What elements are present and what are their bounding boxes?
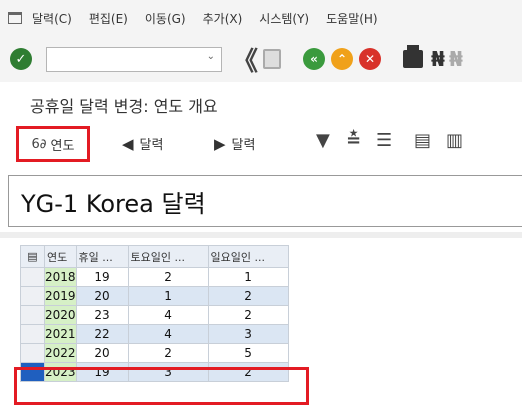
selected-row-highlight <box>14 367 309 405</box>
table-row[interactable]: 2022 20 2 5 <box>20 343 289 363</box>
menu-edit[interactable]: 편집(E) <box>89 10 128 27</box>
find-icon[interactable]: ₦ <box>431 47 445 71</box>
year-button[interactable]: 6∂ 연도 <box>16 126 90 162</box>
triangle-left-icon: ◀ <box>122 134 134 153</box>
sort-ascending-icon[interactable]: ≛ <box>346 130 361 151</box>
exit-icon[interactable]: ⌃ <box>331 48 354 70</box>
cell-holidays[interactable]: 19 <box>75 267 129 287</box>
menu-system[interactable]: 시스템(Y) <box>259 10 309 27</box>
row-selector[interactable] <box>20 267 45 287</box>
column-settings-icon[interactable]: ▤ <box>20 245 45 268</box>
column-header-year[interactable]: 연도 <box>44 245 77 268</box>
cell-sunday[interactable]: 2 <box>207 286 289 306</box>
column-header-saturday[interactable]: 토요일인 ... <box>127 245 209 268</box>
print-icon[interactable] <box>403 45 424 68</box>
row-selector[interactable] <box>20 305 45 325</box>
dropdown-icon[interactable]: ⌄ <box>207 51 215 62</box>
cell-saturday[interactable]: 2 <box>127 343 209 363</box>
menu-calendar[interactable]: 달력(C) <box>32 10 72 27</box>
export-icon[interactable]: ▤ <box>414 130 431 151</box>
cell-saturday[interactable]: 1 <box>127 286 209 306</box>
back-double-icon[interactable]: 《 <box>232 41 258 78</box>
save-icon[interactable] <box>263 49 282 69</box>
year-button-label: 연도 <box>50 138 75 154</box>
cell-sunday[interactable]: 2 <box>207 305 289 325</box>
glasses-icon: 6∂ <box>31 136 47 152</box>
back-icon[interactable]: « <box>303 48 326 70</box>
previous-calendar-button[interactable]: ◀ 달력 <box>122 134 164 154</box>
calendar-header: YG-1 Korea 달력 <box>8 175 522 227</box>
menu-goto[interactable]: 이동(G) <box>145 10 186 27</box>
cell-saturday[interactable]: 2 <box>127 267 209 287</box>
cell-year[interactable]: 2021 <box>44 324 77 344</box>
find-next-icon[interactable]: ₦ <box>449 47 463 71</box>
cell-holidays[interactable]: 22 <box>75 324 129 344</box>
layout-icon[interactable]: ▥ <box>446 130 463 151</box>
cell-saturday[interactable]: 4 <box>127 305 209 325</box>
column-header-holidays[interactable]: 휴일 ... <box>75 245 129 268</box>
cell-year[interactable]: 2018 <box>44 267 77 287</box>
cell-year[interactable]: 2020 <box>44 305 77 325</box>
cell-holidays[interactable]: 23 <box>75 305 129 325</box>
cell-sunday[interactable]: 3 <box>207 324 289 344</box>
triangle-right-icon: ▶ <box>214 134 226 153</box>
next-calendar-label: 달력 <box>231 138 256 153</box>
menu-extras[interactable]: 추가(X) <box>203 10 243 27</box>
cell-holidays[interactable]: 20 <box>75 286 129 306</box>
column-header-sunday[interactable]: 일요일인 ... <box>207 245 289 268</box>
table-row[interactable]: 2019 20 1 2 <box>20 286 289 306</box>
menu-bar: 달력(C) 편집(E) 이동(G) 추가(X) 시스템(Y) 도움말(H) <box>0 0 522 36</box>
cancel-icon[interactable]: ✕ <box>359 48 382 70</box>
row-selector[interactable] <box>20 286 45 306</box>
cell-year[interactable]: 2022 <box>44 343 77 363</box>
separator <box>0 232 522 238</box>
filter-icon[interactable]: ▼ <box>316 130 330 151</box>
standard-toolbar: ✓ ⌄ 《 « ⌃ ✕ ₦ ₦ <box>0 36 522 82</box>
cell-saturday[interactable]: 4 <box>127 324 209 344</box>
calendar-name: YG-1 Korea 달력 <box>21 190 206 218</box>
year-overview-table: ▤ 연도 휴일 ... 토요일인 ... 일요일인 ... 2018 19 2 … <box>20 245 300 382</box>
row-selector[interactable] <box>20 343 45 363</box>
menu-help[interactable]: 도움말(H) <box>326 10 378 27</box>
cell-sunday[interactable]: 1 <box>207 267 289 287</box>
previous-calendar-label: 달력 <box>139 138 164 153</box>
row-selector[interactable] <box>20 324 45 344</box>
menu-icon[interactable] <box>8 12 22 24</box>
cell-sunday[interactable]: 5 <box>207 343 289 363</box>
table-row[interactable]: 2021 22 4 3 <box>20 324 289 344</box>
next-calendar-button[interactable]: ▶ 달력 <box>214 134 256 154</box>
table-row[interactable]: 2020 23 4 2 <box>20 305 289 325</box>
cell-holidays[interactable]: 20 <box>75 343 129 363</box>
check-icon[interactable]: ✓ <box>10 48 32 70</box>
sort-descending-icon[interactable]: ☰ <box>376 130 392 151</box>
cell-year[interactable]: 2019 <box>44 286 77 306</box>
command-field[interactable]: ⌄ <box>46 46 222 72</box>
page-title: 공휴일 달력 변경: 연도 개요 <box>30 97 218 116</box>
table-row[interactable]: 2018 19 2 1 <box>20 267 289 287</box>
